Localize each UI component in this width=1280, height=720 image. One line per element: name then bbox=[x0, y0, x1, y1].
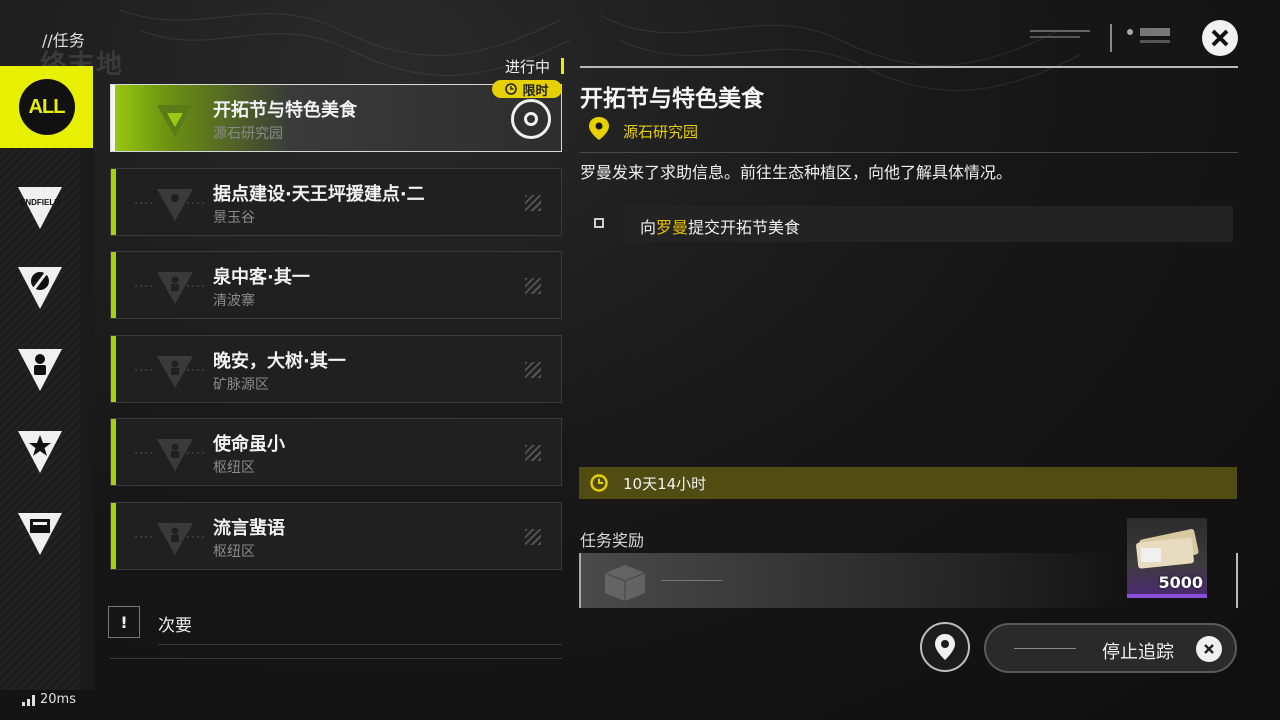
time-remaining: 10天14小时 bbox=[623, 474, 707, 493]
quest-name: 据点建设·天王坪援建点·二 bbox=[213, 184, 425, 205]
all-badge: ALL bbox=[18, 79, 75, 135]
quest-location: 枢纽区 bbox=[213, 544, 255, 560]
quest-bar bbox=[111, 169, 116, 235]
hatch-decoration bbox=[525, 278, 541, 294]
currency-icon bbox=[1136, 529, 1199, 569]
network-ping: 20ms bbox=[22, 692, 76, 707]
stop-tracking-label: 停止追踪 bbox=[1102, 642, 1174, 663]
quest-name: 使命虽小 bbox=[213, 434, 285, 455]
arrow-line bbox=[661, 580, 723, 581]
quest-detail-title: 开拓节与特色美食 bbox=[580, 86, 764, 112]
objective-row: 向罗曼提交开拓节美食 bbox=[580, 206, 1233, 242]
location-pin-icon bbox=[589, 117, 609, 140]
quest-location: 景玉谷 bbox=[213, 210, 255, 226]
divider bbox=[580, 152, 1238, 153]
compass-icon bbox=[18, 267, 62, 309]
quest-name: 晚安，大树·其一 bbox=[213, 351, 346, 372]
quest-card[interactable]: 流言蜚语 枢纽区 bbox=[110, 502, 562, 570]
quest-location: 清波寨 bbox=[213, 293, 255, 309]
divider bbox=[158, 644, 562, 645]
sidebar-strip bbox=[80, 66, 94, 690]
status-marker bbox=[561, 58, 564, 74]
person-icon bbox=[18, 349, 62, 391]
quest-name: 流言蜚语 bbox=[213, 518, 285, 539]
objective-text: 向罗曼提交开拓节美食 bbox=[640, 214, 800, 238]
quest-card[interactable]: 据点建设·天王坪援建点·二 景玉谷 bbox=[110, 168, 562, 236]
quest-type-icon bbox=[135, 272, 207, 304]
quest-card[interactable]: 晚安，大树·其一 矿脉源区 bbox=[110, 335, 562, 403]
in-progress-tag: 进行中 bbox=[505, 58, 551, 76]
quest-card[interactable]: 使命虽小 枢纽区 bbox=[110, 418, 562, 486]
minor-alert-icon: ! bbox=[108, 606, 140, 638]
objective-box: 向罗曼提交开拓节美食 bbox=[624, 206, 1233, 242]
quest-bar bbox=[111, 252, 116, 318]
hatch-decoration bbox=[525, 362, 541, 378]
all-label: ALL bbox=[28, 95, 66, 118]
category-endfield[interactable]: ENDFIELD bbox=[0, 166, 80, 248]
objective-npc: 罗曼 bbox=[656, 218, 689, 237]
quest-bar bbox=[111, 336, 116, 402]
reward-label: 任务奖励 bbox=[580, 531, 645, 550]
quest-type-icon bbox=[157, 105, 193, 137]
minor-label: 次要 bbox=[158, 616, 192, 636]
quest-name: 泉中客·其一 bbox=[213, 267, 310, 288]
quest-bar bbox=[111, 503, 116, 569]
header-divider bbox=[580, 66, 1238, 68]
divider bbox=[110, 658, 562, 659]
category-misc[interactable] bbox=[0, 492, 80, 574]
hatch-decoration bbox=[525, 195, 541, 211]
quest-location: 源石研究园 bbox=[213, 126, 283, 142]
timer-icon bbox=[590, 474, 608, 492]
box-icon bbox=[604, 565, 646, 601]
stop-tracking-button[interactable]: 停止追踪 bbox=[984, 623, 1237, 673]
quest-detail-location: 源石研究园 bbox=[623, 123, 699, 141]
quest-name: 开拓节与特色美食 bbox=[213, 100, 357, 121]
map-pin-icon bbox=[935, 634, 955, 660]
time-remaining-bar: 10天14小时 bbox=[579, 467, 1237, 499]
limited-label: 限时 bbox=[522, 83, 549, 99]
objective-suffix: 提交开拓节美食 bbox=[688, 218, 801, 237]
tracking-target-icon[interactable] bbox=[511, 99, 551, 139]
endfield-text: ENDFIELD bbox=[20, 198, 60, 207]
minor-quests-section[interactable]: ! 次要 bbox=[106, 604, 562, 645]
header-decoration bbox=[1030, 24, 1170, 52]
category-event[interactable] bbox=[0, 410, 80, 492]
button-line bbox=[1014, 648, 1076, 649]
objective-checkbox bbox=[594, 218, 604, 228]
ping-value: 20ms bbox=[40, 692, 76, 707]
endfield-icon: ENDFIELD bbox=[18, 187, 62, 229]
close-icon bbox=[1211, 29, 1229, 47]
quest-bar bbox=[111, 85, 115, 151]
category-character[interactable] bbox=[0, 328, 80, 410]
quest-card[interactable]: 泉中客·其一 清波寨 bbox=[110, 251, 562, 319]
reward-band bbox=[579, 553, 1131, 608]
map-location-button[interactable] bbox=[920, 622, 970, 672]
clock-icon bbox=[505, 83, 518, 95]
limited-time-badge: 限时 bbox=[492, 80, 562, 99]
quest-type-icon bbox=[135, 439, 207, 471]
quest-location: 枢纽区 bbox=[213, 460, 255, 476]
reward-amount: 5000 bbox=[1158, 573, 1203, 592]
star-icon bbox=[18, 431, 62, 473]
reward-edge bbox=[1236, 553, 1238, 608]
category-side[interactable] bbox=[0, 246, 80, 328]
hatch-decoration bbox=[525, 529, 541, 545]
quest-type-icon bbox=[135, 189, 207, 221]
reward-item[interactable]: 5000 bbox=[1127, 518, 1207, 598]
hatch-decoration bbox=[525, 445, 541, 461]
calendar-icon bbox=[18, 513, 62, 555]
quest-type-icon bbox=[135, 523, 207, 555]
close-icon bbox=[1196, 636, 1222, 662]
quest-description: 罗曼发来了求助信息。前往生态种植区，向他了解具体情况。 bbox=[580, 163, 1013, 182]
quest-bar bbox=[111, 419, 116, 485]
category-all[interactable]: ALL bbox=[0, 66, 93, 148]
close-button[interactable] bbox=[1202, 20, 1238, 56]
objective-prefix: 向 bbox=[640, 218, 657, 237]
quest-type-icon bbox=[135, 356, 207, 388]
signal-icon bbox=[22, 694, 35, 706]
quest-location: 矿脉源区 bbox=[213, 377, 269, 393]
